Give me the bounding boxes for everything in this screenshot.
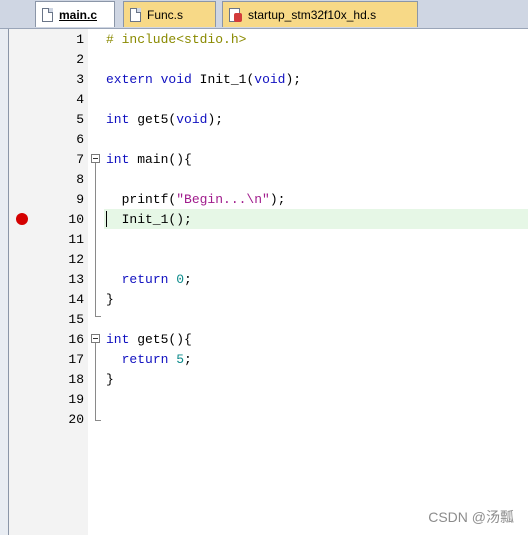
line-number: 17 <box>68 352 84 367</box>
line-number: 18 <box>68 372 84 387</box>
code-line[interactable]: int get5(void); <box>106 110 223 130</box>
line-number: 5 <box>76 112 84 127</box>
line-number: 14 <box>68 292 84 307</box>
line-number: 2 <box>76 52 84 67</box>
line-number: 7 <box>76 152 84 167</box>
editor-left-edge <box>0 29 9 535</box>
editor-tab-bar: main.c Func.s startup_stm32f10x_hd.s <box>0 0 528 29</box>
text-cursor <box>106 211 107 227</box>
asm-file-icon <box>130 7 141 22</box>
line-number: 16 <box>68 332 84 347</box>
code-line[interactable]: Init_1(); <box>106 210 192 230</box>
line-number: 11 <box>68 232 84 247</box>
tab-func-s[interactable]: Func.s <box>123 1 216 27</box>
fold-line-get5 <box>95 343 96 421</box>
line-number: 4 <box>76 92 84 107</box>
code-line[interactable]: } <box>106 290 114 310</box>
watermark: CSDN @汤瓢 <box>428 509 514 525</box>
tab-label: main.c <box>59 7 98 22</box>
line-number: 1 <box>76 32 84 47</box>
line-number: 9 <box>76 192 84 207</box>
line-number: 20 <box>68 412 84 427</box>
code-line[interactable]: return 5; <box>106 350 192 370</box>
code-line[interactable]: int get5(){ <box>106 330 192 350</box>
line-number: 13 <box>68 272 84 287</box>
line-number: 19 <box>68 392 84 407</box>
fold-end-main <box>95 316 101 317</box>
line-number: 10 <box>68 212 84 227</box>
tab-label: startup_stm32f10x_hd.s <box>248 7 377 22</box>
code-line[interactable]: int main(){ <box>106 150 192 170</box>
code-line[interactable]: # include<stdio.h> <box>106 30 246 50</box>
code-line[interactable]: printf("Begin...\n"); <box>106 190 286 210</box>
fold-end-get5 <box>95 420 101 421</box>
tab-main-c[interactable]: main.c <box>35 1 115 27</box>
code-line[interactable]: extern void Init_1(void); <box>106 70 301 90</box>
line-number: 15 <box>68 312 84 327</box>
line-number: 12 <box>68 252 84 267</box>
fold-toggle-get5[interactable] <box>91 334 100 343</box>
fold-line-main <box>95 163 96 317</box>
line-number: 6 <box>76 132 84 147</box>
c-file-icon <box>42 7 53 22</box>
line-number: 8 <box>76 172 84 187</box>
tab-startup-s[interactable]: startup_stm32f10x_hd.s <box>222 1 418 27</box>
startup-file-icon <box>229 7 242 22</box>
tab-label: Func.s <box>147 7 184 22</box>
breakpoint-icon[interactable] <box>16 213 28 225</box>
code-line[interactable]: } <box>106 370 114 390</box>
code-line[interactable]: return 0; <box>106 270 192 290</box>
line-number: 3 <box>76 72 84 87</box>
fold-toggle-main[interactable] <box>91 154 100 163</box>
